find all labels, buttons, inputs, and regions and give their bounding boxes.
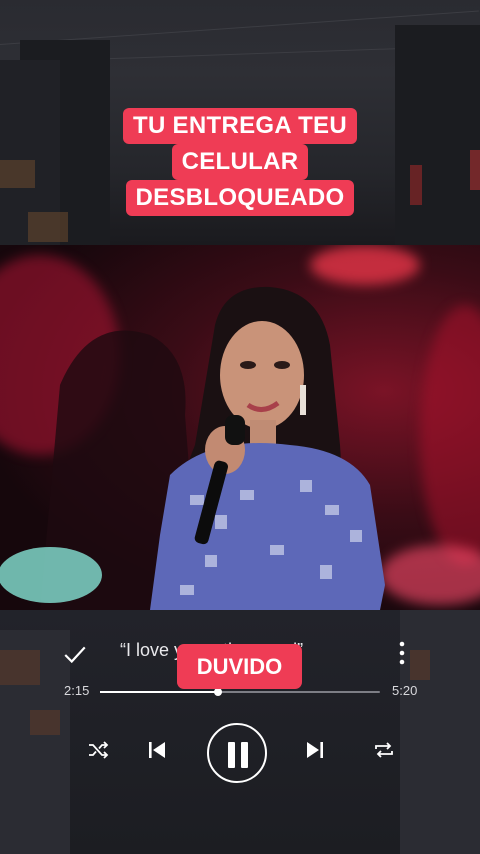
pause-button[interactable] bbox=[207, 723, 267, 783]
more-vertical-icon[interactable] bbox=[392, 638, 412, 668]
progress-track[interactable] bbox=[100, 688, 380, 696]
progress-fill bbox=[100, 691, 218, 693]
progress-thumb[interactable] bbox=[213, 688, 222, 696]
check-icon[interactable] bbox=[62, 642, 88, 668]
shuffle-icon[interactable] bbox=[86, 738, 110, 762]
skip-next-icon[interactable] bbox=[303, 738, 327, 762]
repeat-icon[interactable] bbox=[372, 738, 396, 762]
duvido-overlay: DUVIDO bbox=[177, 644, 302, 689]
skip-previous-icon[interactable] bbox=[145, 738, 169, 762]
elapsed-time: 2:15 bbox=[64, 683, 90, 698]
caption-line-2: CELULAR bbox=[171, 144, 309, 180]
pause-icon bbox=[228, 742, 235, 768]
total-time: 5:20 bbox=[392, 683, 418, 698]
caption-line-1: TU ENTREGA TEU bbox=[123, 108, 357, 144]
concert-video[interactable] bbox=[0, 245, 480, 610]
caption-overlay: TU ENTREGA TEU CELULAR DESBLOQUEADO bbox=[0, 108, 480, 216]
caption-line-3: DESBLOQUEADO bbox=[125, 180, 355, 216]
singer-image bbox=[0, 286, 385, 610]
